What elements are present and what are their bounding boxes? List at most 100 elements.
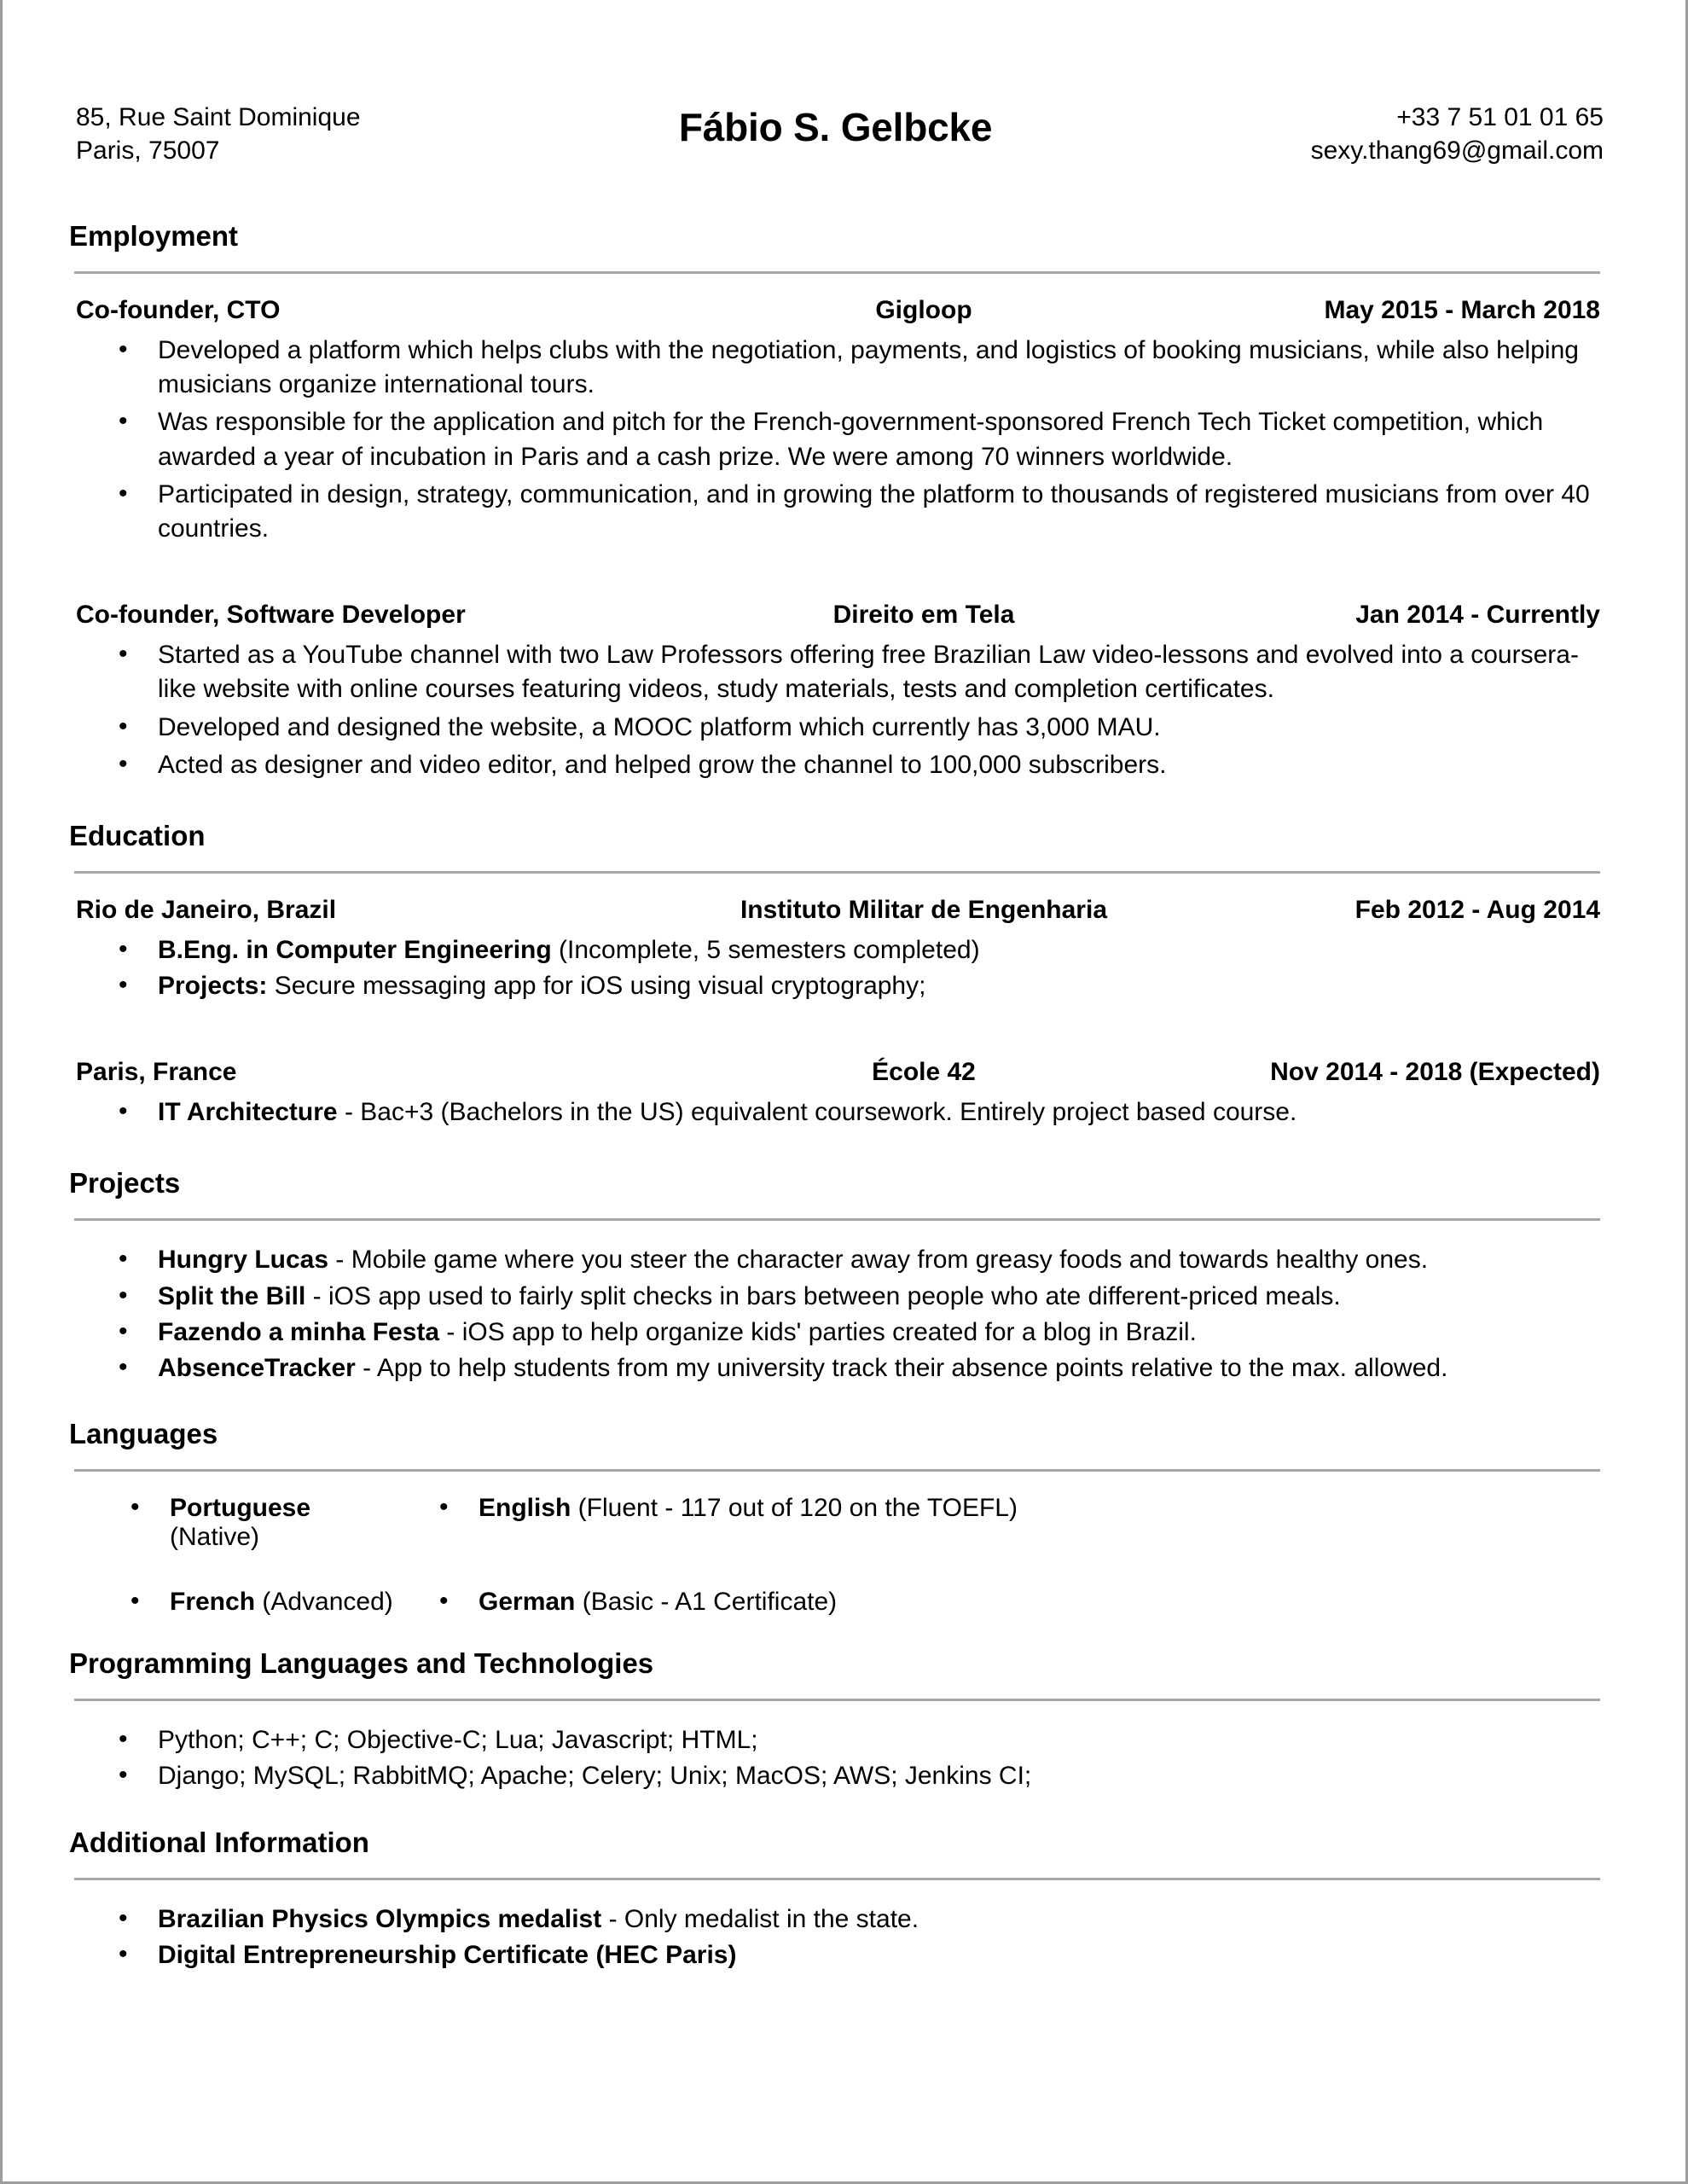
section-title-education: Education	[69, 819, 206, 851]
additional-list: Brazilian Physics Olympics medalist - On…	[69, 1902, 1604, 1972]
language-level: (Basic - A1 Certificate)	[575, 1588, 838, 1617]
section-education: Education Rio de Janeiro, Brazil Institu…	[69, 820, 1604, 1130]
education-location: Paris, France	[76, 1058, 237, 1087]
name-block: Fábio S. Gelbcke	[361, 101, 1311, 150]
language-item: Portuguese (Native)	[69, 1493, 402, 1552]
job-role: Co-founder, CTO	[76, 296, 281, 324]
list-item: Digital Entrepreneurship Certificate (HE…	[69, 1937, 1604, 1972]
section-employment: Employment Co-founder, CTO Gigloop May 2…	[69, 220, 1604, 782]
section-title-additional: Additional Information	[69, 1826, 369, 1858]
address-block: 85, Rue Saint Dominique Paris, 75007	[69, 101, 361, 167]
list-item-emphasis: Split the Bill	[158, 1281, 306, 1310]
education-entry: Rio de Janeiro, Brazil Instituto Militar…	[69, 896, 1604, 1003]
education-dates: Feb 2012 - Aug 2014	[1354, 895, 1600, 924]
address-line-1: 85, Rue Saint Dominique	[76, 103, 361, 131]
email-address: sexy.thang69@gmail.com	[1310, 136, 1604, 165]
section-divider	[74, 1877, 1600, 1880]
list-item-emphasis: Projects:	[158, 972, 268, 1001]
list-item-emphasis: B.Eng. in Computer Engineering	[158, 935, 552, 964]
section-title-projects: Projects	[69, 1167, 181, 1199]
education-entry: Paris, France École 42 Nov 2014 - 2018 (…	[69, 1058, 1604, 1130]
list-item-emphasis: Brazilian Physics Olympics medalist	[158, 1904, 602, 1933]
list-item-text: Secure messaging app for iOS using visua…	[267, 972, 926, 1001]
list-item-emphasis: IT Architecture	[158, 1098, 338, 1127]
list-item: Started as a YouTube channel with two La…	[69, 637, 1604, 706]
list-item: Acted as designer and video editor, and …	[69, 747, 1604, 782]
language-item: German (Basic - A1 Certificate)	[402, 1587, 1604, 1617]
contact-block: +33 7 51 01 01 65 sexy.thang69@gmail.com	[1311, 101, 1604, 167]
list-item-text: - iOS app to help organize kids' parties…	[439, 1317, 1197, 1346]
section-divider	[74, 1218, 1600, 1222]
section-divider	[74, 1469, 1600, 1472]
list-item-emphasis: Fazendo a minha Festa	[158, 1317, 440, 1346]
language-level: (Native)	[170, 1523, 260, 1552]
education-location: Rio de Janeiro, Brazil	[76, 895, 337, 924]
list-item-text: - Bac+3 (Bachelors in the US) equivalent…	[337, 1098, 1297, 1127]
employment-entry: Co-founder, CTO Gigloop May 2015 - March…	[69, 296, 1604, 546]
section-projects: Projects Hungry Lucas - Mobile game wher…	[69, 1167, 1604, 1385]
list-item: Developed a platform which helps clubs w…	[69, 333, 1604, 402]
list-item: Fazendo a minha Festa - iOS app to help …	[69, 1315, 1604, 1350]
list-item-text: - iOS app used to fairly split checks in…	[305, 1281, 1341, 1310]
language-item: English (Fluent - 117 out of 120 on the …	[402, 1493, 1604, 1552]
language-item: French (Advanced)	[69, 1587, 402, 1617]
list-item-text: - Only medalist in the state.	[601, 1904, 919, 1933]
job-bullet-list: Developed a platform which helps clubs w…	[69, 333, 1604, 546]
language-name: German	[479, 1588, 576, 1617]
language-level: (Fluent - 117 out of 120 on the TOEFL)	[571, 1494, 1018, 1523]
education-dates: Nov 2014 - 2018 (Expected)	[1270, 1058, 1600, 1087]
job-organization: Direito em Tela	[832, 601, 1015, 630]
education-entry-header: Rio de Janeiro, Brazil Instituto Militar…	[69, 896, 1604, 925]
section-divider	[74, 271, 1600, 274]
job-bullet-list: Started as a YouTube channel with two La…	[69, 637, 1604, 782]
job-role: Co-founder, Software Developer	[76, 601, 466, 630]
education-bullet-list: B.Eng. in Computer Engineering (Incomple…	[69, 932, 1604, 1003]
list-item-emphasis: Hungry Lucas	[158, 1246, 329, 1275]
employment-entry: Co-founder, Software Developer Direito e…	[69, 601, 1604, 782]
language-name: Portuguese	[170, 1494, 311, 1523]
section-divider	[74, 870, 1600, 874]
resume-header: 85, Rue Saint Dominique Paris, 75007 Fáb…	[69, 101, 1604, 167]
programming-list: Python; C++; C; Objective-C; Lua; Javasc…	[69, 1722, 1604, 1793]
language-name: French	[170, 1588, 256, 1617]
section-title-employment: Employment	[69, 220, 239, 252]
list-item: Split the Bill - iOS app used to fairly …	[69, 1279, 1604, 1314]
address-line-2: Paris, 75007	[76, 136, 220, 165]
education-institution: Instituto Militar de Engenharia	[740, 895, 1108, 924]
education-institution: École 42	[872, 1058, 976, 1087]
language-name: English	[479, 1494, 571, 1523]
job-dates: Jan 2014 - Currently	[1355, 601, 1600, 630]
employment-entry-header: Co-founder, Software Developer Direito e…	[69, 601, 1604, 630]
list-item-emphasis: AbsenceTracker	[158, 1354, 356, 1382]
list-item: Python; C++; C; Objective-C; Lua; Javasc…	[69, 1722, 1604, 1757]
job-organization: Gigloop	[875, 296, 972, 324]
education-bullet-list: IT Architecture - Bac+3 (Bachelors in th…	[69, 1095, 1604, 1130]
projects-list: Hungry Lucas - Mobile game where you ste…	[69, 1242, 1604, 1385]
education-entry-header: Paris, France École 42 Nov 2014 - 2018 (…	[69, 1058, 1604, 1087]
list-item: Django; MySQL; RabbitMQ; Apache; Celery;…	[69, 1758, 1604, 1793]
section-programming: Programming Languages and Technologies P…	[69, 1647, 1604, 1793]
list-item: Developed and designed the website, a MO…	[69, 709, 1604, 745]
candidate-name: Fábio S. Gelbcke	[678, 105, 993, 149]
languages-grid: Portuguese (Native) English (Fluent - 11…	[69, 1493, 1604, 1617]
list-item: Was responsible for the application and …	[69, 404, 1604, 473]
list-item: B.Eng. in Computer Engineering (Incomple…	[69, 932, 1604, 967]
section-title-programming: Programming Languages and Technologies	[69, 1647, 654, 1680]
section-title-languages: Languages	[69, 1418, 218, 1450]
phone-number: +33 7 51 01 01 65	[1396, 103, 1604, 131]
section-divider	[74, 1699, 1600, 1702]
list-item: IT Architecture - Bac+3 (Bachelors in th…	[69, 1095, 1604, 1130]
list-item-emphasis: Digital Entrepreneurship Certificate (HE…	[158, 1940, 737, 1969]
employment-entry-header: Co-founder, CTO Gigloop May 2015 - March…	[69, 296, 1604, 325]
resume-page: 85, Rue Saint Dominique Paris, 75007 Fáb…	[0, 0, 1688, 2184]
list-item-text: - App to help students from my universit…	[355, 1354, 1448, 1382]
list-item: Brazilian Physics Olympics medalist - On…	[69, 1902, 1604, 1937]
list-item: Hungry Lucas - Mobile game where you ste…	[69, 1242, 1604, 1277]
